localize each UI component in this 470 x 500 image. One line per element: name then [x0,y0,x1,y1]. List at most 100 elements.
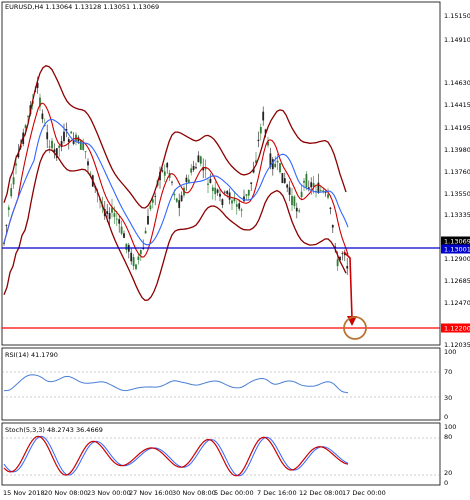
candle-body [180,195,183,202]
candle-body [209,178,212,183]
candle-body [329,207,332,209]
candle-body [199,156,202,164]
candle-body [207,183,209,185]
candle-body [7,207,10,210]
candle-body [58,145,61,148]
candle-body [216,189,219,193]
candle-body [190,168,193,173]
price-tick-label: 1.14910 [444,36,470,44]
price-tick-label: 1.14415 [444,101,470,109]
rsi-level-label: 100 [444,348,456,356]
candle-body [281,173,284,183]
candle-body [175,198,178,202]
support-price-label: 1.13001 [444,246,470,254]
candle-body [63,131,65,142]
candle-body [319,190,322,191]
candle-body [10,188,13,197]
candle-body [27,115,29,117]
candle-body [120,226,123,234]
price-tick-label: 1.12900 [444,255,470,263]
candle-body [262,111,265,121]
candle-body [219,193,221,197]
time-axis: 15 Nov 2018 20 Nov 08:00 23 Nov 00:00 27… [3,489,386,497]
candle-body [149,205,152,210]
trading-chart: 1.15150 1.14910 1.14630 1.14415 1.14195 … [0,0,470,500]
candle-body [197,155,200,163]
candle-body [79,140,82,150]
candle-body [221,199,224,206]
candle-body [238,203,241,209]
candle-body [15,163,17,166]
candle-body [113,213,116,217]
candle-body [132,256,135,267]
candle-body [163,171,166,176]
candle-body [70,131,73,134]
candle-body [257,139,260,142]
time-tick-label: 17 Dec 00:00 [342,489,386,497]
time-tick-label: 12 Dec 08:00 [299,489,343,497]
candle-body [276,160,279,163]
candle-body [84,151,87,153]
price-tick-label: 1.13550 [444,190,470,198]
candle-body [24,125,27,129]
candle-body [288,187,291,195]
candle-body [235,204,238,207]
candle-body [283,178,286,183]
current-price-label: 1.13069 [444,238,470,246]
candle-body [214,187,217,195]
rsi-header: RSI(14) 41.1790 [5,351,58,359]
candle-body [245,194,248,196]
chart-header: EURUSD,H4 1.13064 1.13128 1.13051 1.1306… [5,3,159,11]
candle-body [211,187,214,192]
time-tick-label: 15 Nov 2018 [3,489,45,497]
candle-body [336,259,339,267]
candle-body [125,243,128,250]
candle-body [259,126,262,134]
candle-body [310,182,313,188]
price-tick-label: 1.13335 [444,211,470,219]
candle-body [279,163,281,173]
stoch-level-label: 20 [444,469,452,477]
candle-body [166,163,169,168]
candle-body [331,225,334,228]
price-tick-label: 1.15150 [444,12,470,20]
candle-body [346,266,349,269]
stoch-level-label: 80 [444,433,452,441]
candle-body [108,212,111,220]
rsi-panel[interactable] [1,347,441,421]
candle-body [178,200,181,208]
candle-body [173,194,176,196]
price-tick-label: 1.13980 [444,146,470,154]
candle-body [137,256,140,260]
rsi-level-label: 0 [444,413,448,421]
stoch-level-label: 0 [444,479,448,487]
candle-body [154,195,157,197]
candle-body [226,190,229,194]
time-tick-label: 20 Nov 08:00 [44,489,88,497]
candle-body [106,211,109,214]
stoch-header: Stoch(5,3,3) 48.2743 36.4669 [5,426,103,434]
candle-body [123,233,125,238]
candle-body [195,167,197,169]
candle-body [147,216,149,225]
candle-body [161,170,164,172]
candle-body [130,252,133,262]
candle-body [247,189,250,196]
candle-body [327,194,329,198]
candle-body [223,191,226,193]
candle-body [291,196,293,206]
candle-body [41,113,44,120]
candle-body [51,140,53,149]
candle-body [118,219,121,224]
time-tick-label: 27 Nov 16:00 [129,489,173,497]
target-price-label: 1.12200 [444,325,470,333]
price-tick-label: 1.14630 [444,79,470,87]
candle-body [5,224,8,226]
main-price-panel[interactable] [1,1,441,346]
candle-body [46,132,49,140]
candle-body [298,210,301,212]
candle-body [286,184,289,188]
candle-body [171,181,173,183]
stoch-level-label: 100 [444,423,456,431]
candle-body [12,177,15,185]
